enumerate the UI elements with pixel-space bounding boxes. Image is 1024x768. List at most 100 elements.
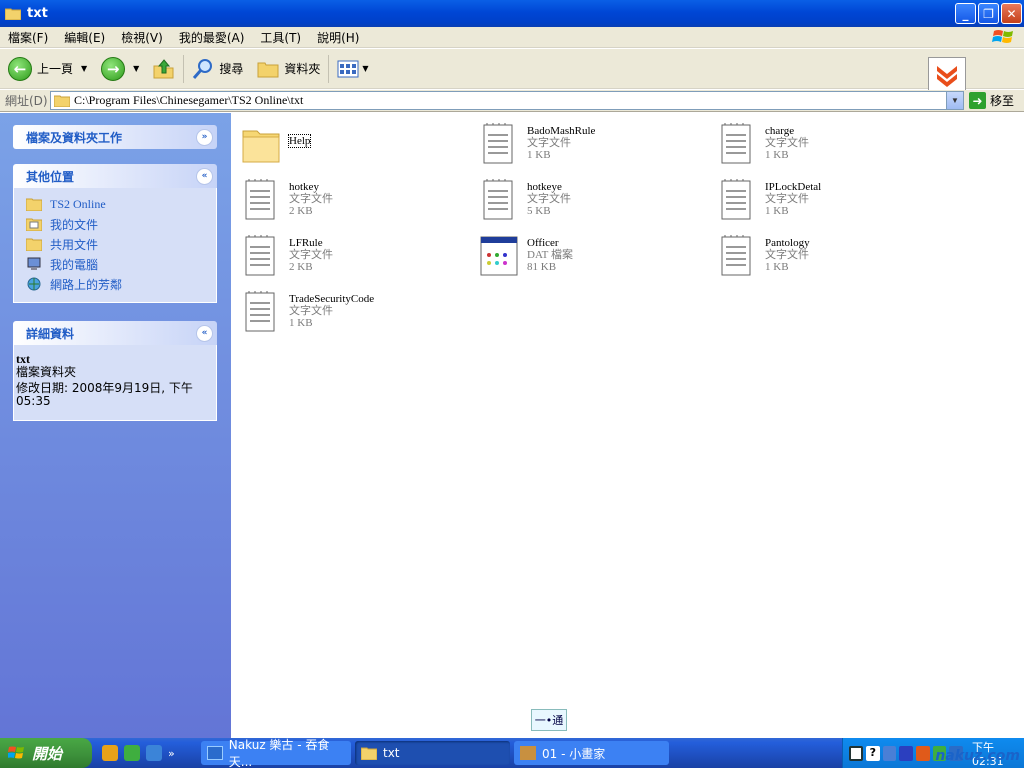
messenger-icon[interactable] (124, 745, 140, 761)
start-button[interactable]: 開始 (0, 738, 92, 768)
go-arrow-icon: ➜ (969, 92, 986, 109)
menu-view[interactable]: 檢視(V) (113, 29, 171, 46)
file-item-iplockdetal[interactable]: IPLockDetal 文字文件 1 KB (717, 177, 821, 221)
watermark: nakuz.com (935, 748, 1020, 764)
address-label: 網址(D) (5, 94, 48, 108)
other-places-title: 其他位置 (26, 169, 75, 184)
file-type: 文字文件 (289, 249, 333, 261)
dat-file-icon (480, 236, 518, 276)
details-header[interactable]: 詳細資料 « (13, 321, 217, 345)
place-label: 網路上的芳鄰 (50, 277, 123, 292)
file-size: 2 KB (289, 205, 313, 217)
place-ts2-online[interactable]: TS2 Online (26, 194, 216, 214)
media-player-icon[interactable] (102, 745, 118, 761)
file-item-officer[interactable]: Officer DAT 檔案 81 KB (479, 233, 573, 277)
tray-app-icon[interactable] (899, 745, 913, 761)
ime-indicator[interactable]: 一•通 (531, 709, 567, 731)
views-dropdown-icon[interactable]: ▼ (362, 64, 368, 73)
file-size: 2 KB (289, 261, 313, 273)
back-dropdown-icon[interactable]: ▼ (81, 64, 87, 73)
folder-icon (26, 198, 42, 211)
file-view[interactable]: Help BadoMashRule 文字文件 1 KB charge 文字文件 1 KB… (231, 113, 1024, 738)
views-button[interactable]: ▼ (337, 60, 369, 78)
file-name: Officer (527, 237, 559, 249)
up-folder-button[interactable] (153, 58, 175, 80)
other-places-list: TS2 Online 我的文件 共用文件 我的電腦 網路上的芳鄰 (13, 188, 217, 303)
toolbar: ← 上一頁 ▼ → ▼ 搜尋 資料夾 ▼ (0, 49, 1024, 89)
task-pane: 檔案及資料夾工作 » 其他位置 « TS2 Online 我的文件 共用文件 我… (0, 113, 231, 738)
file-size: 1 KB (765, 149, 789, 161)
toolbar-separator (328, 54, 330, 83)
file-name: Pantology (765, 237, 810, 249)
back-button[interactable]: ← 上一頁 ▼ (8, 56, 87, 81)
help-icon[interactable]: ? (866, 745, 880, 761)
place-label: 共用文件 (50, 237, 99, 252)
folder-icon (54, 95, 70, 107)
collapse-icon[interactable]: « (196, 167, 213, 185)
file-item-tradesecuritycode[interactable]: TradeSecurityCode 文字文件 1 KB (241, 289, 374, 333)
search-button[interactable]: 搜尋 (192, 58, 243, 80)
file-item-help[interactable]: Help (241, 121, 312, 165)
place-my-documents[interactable]: 我的文件 (26, 214, 216, 234)
file-name: Help (287, 134, 312, 148)
go-button[interactable]: ➜ 移至 (969, 92, 1014, 109)
expand-icon[interactable]: » (196, 128, 213, 146)
file-item-charge[interactable]: charge 文字文件 1 KB (717, 121, 809, 165)
file-tasks-header[interactable]: 檔案及資料夾工作 » (13, 125, 217, 149)
file-size: 5 KB (527, 205, 551, 217)
text-document-icon (245, 179, 275, 220)
network-icon (27, 277, 41, 291)
shared-folder-icon (26, 238, 42, 251)
forward-arrow-icon: → (101, 56, 126, 81)
place-network[interactable]: 網路上的芳鄰 (26, 274, 216, 294)
collapse-icon[interactable]: « (196, 324, 213, 342)
place-my-computer[interactable]: 我的電腦 (26, 254, 216, 274)
menu-tools[interactable]: 工具(T) (252, 29, 309, 46)
close-button[interactable]: ✕ (1001, 3, 1022, 24)
task-label: txt (383, 746, 400, 760)
tray-arrow-icon[interactable] (882, 745, 897, 761)
text-document-icon (483, 123, 513, 164)
file-item-lfrule[interactable]: LFRule 文字文件 2 KB (241, 233, 333, 277)
windows-flag-icon (8, 746, 24, 759)
address-dropdown-icon[interactable]: ▼ (946, 92, 963, 109)
taskbar-item-txt[interactable]: txt (355, 741, 510, 765)
text-document-icon (721, 123, 751, 164)
taskbar-item-paint[interactable]: 01 - 小畫家 (514, 741, 669, 765)
file-type: 文字文件 (765, 137, 809, 149)
file-type: 文字文件 (527, 137, 571, 149)
text-document-icon (245, 291, 275, 332)
menu-help[interactable]: 說明(H) (309, 29, 367, 46)
file-name: IPLockDetal (765, 181, 822, 193)
folder-icon (361, 747, 377, 760)
menu-file[interactable]: 檔案(F) (0, 29, 56, 46)
folders-button[interactable]: 資料夾 (257, 59, 320, 79)
forward-button[interactable]: → ▼ (101, 56, 139, 81)
internet-explorer-icon[interactable] (146, 745, 162, 761)
taskbar: 開始 » Nakuz 樂古 - 吞食天... txt 01 - 小畫家 ? 下午… (0, 738, 1024, 768)
tray-download-icon[interactable] (915, 745, 930, 761)
file-item-hotkey[interactable]: hotkey 文字文件 2 KB (241, 177, 333, 221)
minimize-button[interactable]: _ (955, 3, 976, 24)
my-computer-icon (27, 257, 41, 270)
title-bar[interactable]: txt _ ❐ ✕ (0, 0, 1024, 27)
place-label: TS2 Online (50, 196, 106, 211)
maximize-button[interactable]: ❐ (978, 3, 999, 24)
other-places-header[interactable]: 其他位置 « (13, 164, 217, 188)
file-item-badomashrule[interactable]: BadoMashRule 文字文件 1 KB (479, 121, 595, 165)
file-tasks-panel: 檔案及資料夾工作 » (13, 125, 217, 149)
forward-dropdown-icon[interactable]: ▼ (133, 64, 139, 73)
menu-favorites[interactable]: 我的最愛(A) (171, 29, 253, 46)
address-input[interactable]: C:\Program Files\Chinesegamer\TS2 Online… (50, 91, 964, 110)
up-folder-icon (153, 58, 174, 78)
taskbar-item-nakuz[interactable]: Nakuz 樂古 - 吞食天... (201, 738, 351, 768)
file-item-hotkeye[interactable]: hotkeye 文字文件 5 KB (479, 177, 571, 221)
file-item-pantology[interactable]: Pantology 文字文件 1 KB (717, 233, 810, 277)
menu-edit[interactable]: 編輯(E) (56, 29, 113, 46)
place-shared-documents[interactable]: 共用文件 (26, 234, 216, 254)
file-size: 1 KB (765, 205, 789, 217)
quick-launch-more-icon[interactable]: » (168, 747, 175, 760)
tray-app-icon[interactable] (849, 745, 864, 761)
place-label: 我的電腦 (50, 257, 99, 272)
file-size: 1 KB (289, 317, 313, 329)
